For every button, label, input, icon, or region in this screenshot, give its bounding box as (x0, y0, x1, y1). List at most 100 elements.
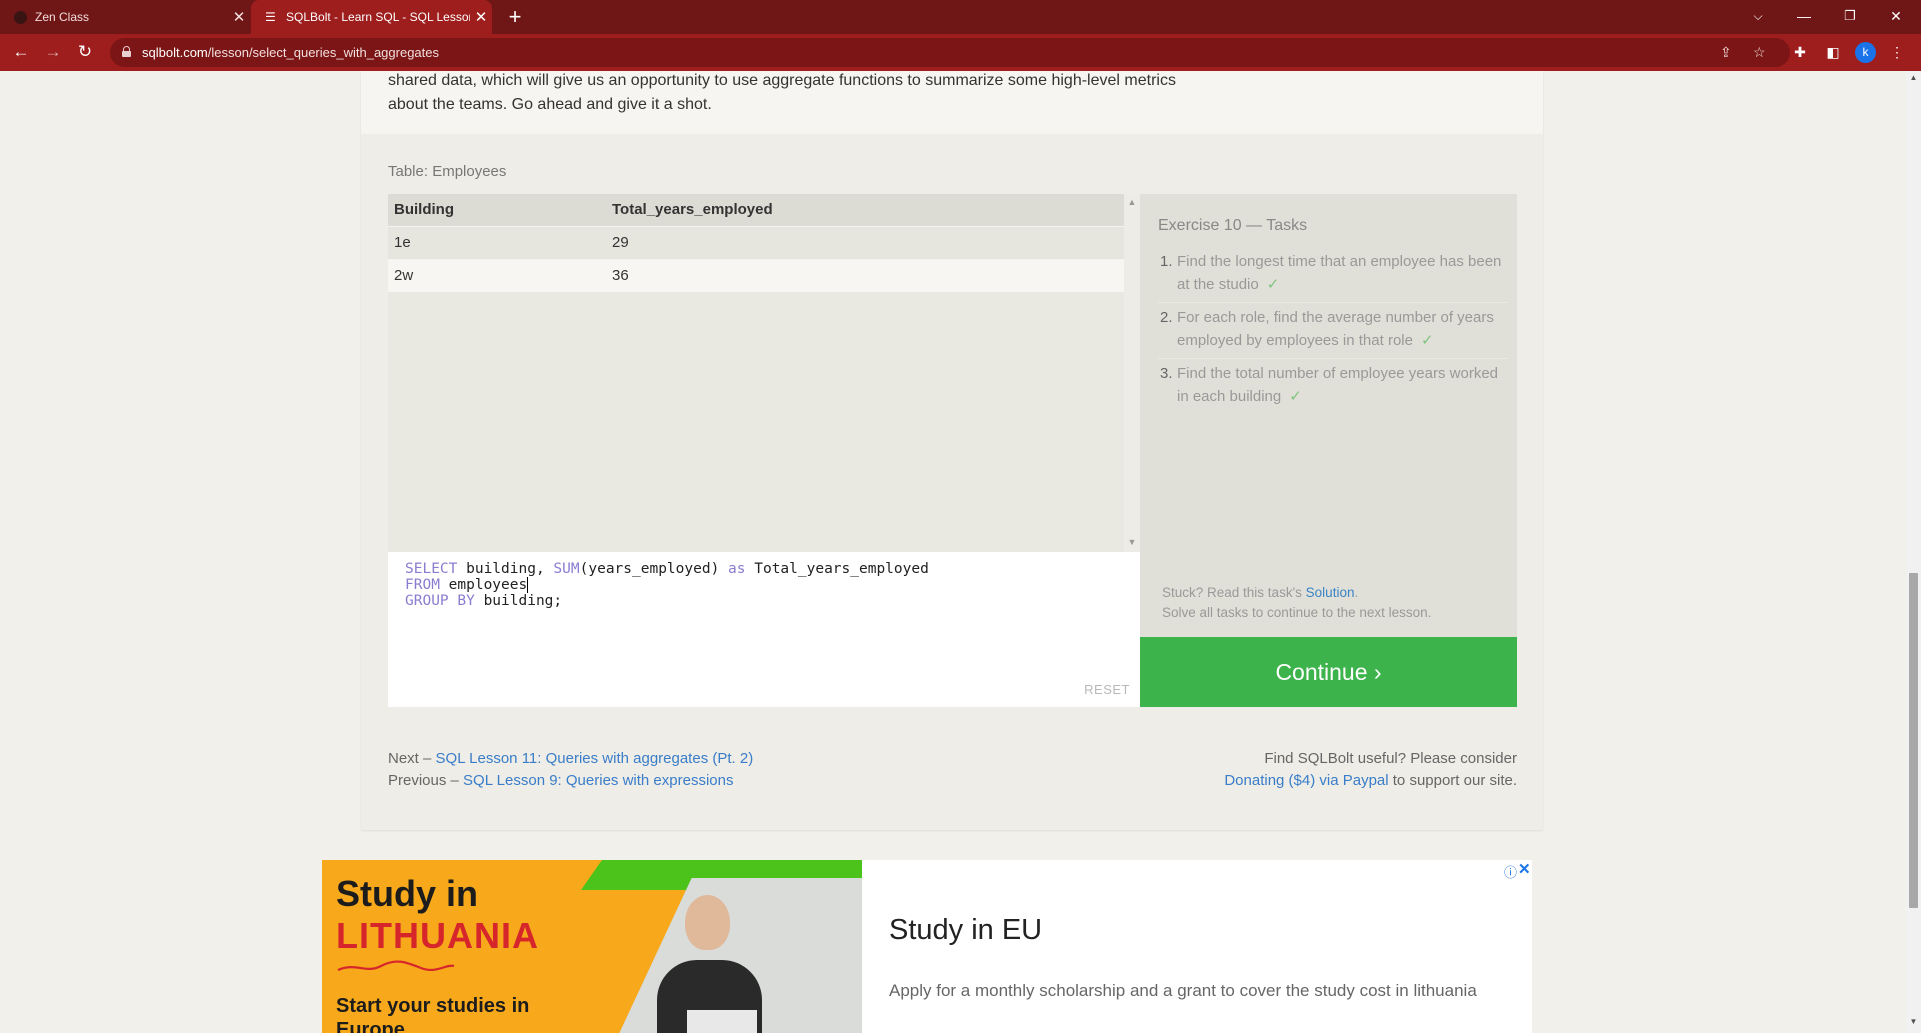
address-bar[interactable]: sqlbolt.com/lesson/select_queries_with_a… (110, 38, 1790, 67)
share-icon[interactable]: ⇪ (1720, 38, 1732, 67)
previous-prefix: Previous – (388, 772, 464, 789)
table-caption: Table: Employees (388, 163, 507, 180)
previous-lesson: Previous – SQL Lesson 9: Queries with ex… (388, 770, 753, 792)
results-table: Building Total_years_employed 1e 29 2w 3… (388, 194, 1124, 292)
donate-line: Donating ($4) via Paypal to support our … (1224, 770, 1517, 792)
ad-info-icon[interactable]: ⓘ (1504, 862, 1517, 881)
table-cell: 2w (388, 258, 606, 292)
ad-headline: Study in (336, 873, 478, 914)
back-icon[interactable]: ← (8, 39, 34, 65)
keyword: SELECT (405, 561, 458, 577)
bookmark-star-icon[interactable]: ☆ (1753, 38, 1766, 67)
advertisement-banner[interactable]: Study in LITHUANIA Start your studies in… (322, 860, 1532, 1033)
continue-button[interactable]: Continue › (1140, 637, 1517, 707)
support-text: Find SQLBolt useful? Please consider (1264, 750, 1517, 767)
tab-zen-class[interactable]: Zen Class ✕ (0, 0, 250, 34)
restore-icon[interactable]: ❐ (1827, 0, 1873, 34)
ad-image[interactable]: Study in LITHUANIA Start your studies in… (322, 860, 862, 1033)
table-cell: 36 (606, 258, 1124, 292)
ad-student-photo (647, 890, 767, 1033)
ad-title[interactable]: Study in EU (889, 914, 1042, 947)
tab-title: Zen Class (35, 10, 90, 24)
page-scroll-down-icon[interactable]: ▼ (1906, 1017, 1921, 1031)
keyword: SUM (553, 561, 580, 577)
task-number: 2. (1160, 309, 1173, 326)
solve-all-text: Solve all tasks to continue to the next … (1162, 605, 1432, 620)
table-cell: 1e (388, 225, 606, 259)
checkmark-icon: ✓ (1289, 388, 1302, 405)
table-cell: 29 (606, 225, 1124, 259)
url-host: sqlbolt.com (142, 45, 208, 60)
page-scrollbar[interactable]: ▲ ▼ (1906, 71, 1921, 1033)
code-text: Total_years_employed (745, 561, 929, 577)
text-caret (527, 577, 529, 593)
url-path: /lesson/select_queries_with_aggregates (207, 45, 440, 60)
close-tab-icon[interactable]: ✕ (228, 8, 250, 26)
database-favicon-icon: ☰ (265, 9, 276, 24)
scroll-down-arrow-icon[interactable]: ▼ (1124, 537, 1140, 549)
stuck-suffix: . (1354, 585, 1359, 600)
extensions-puzzle-icon[interactable]: ✚ (1787, 39, 1813, 65)
close-tab-icon[interactable]: ✕ (470, 8, 492, 26)
lesson-card: shared data, which will give us an oppor… (361, 71, 1543, 830)
tab-title: SQLBolt - Learn SQL - SQL Lesson (286, 10, 470, 24)
minimize-icon[interactable]: — (1781, 0, 1827, 34)
task-text: For each role, find the average number o… (1177, 309, 1494, 349)
tab-sqlbolt[interactable]: ☰ SQLBolt - Learn SQL - SQL Lesson ✕ (251, 0, 492, 34)
code-line-3: GROUP BY building; (405, 593, 562, 609)
ad-headline-country: LITHUANIA (336, 915, 539, 956)
lesson-navigation: Next – SQL Lesson 11: Queries with aggre… (388, 748, 753, 792)
keyword: as (728, 561, 746, 577)
code-text: (years_employed) (579, 561, 729, 577)
support-suffix: to support our site. (1388, 772, 1517, 789)
task-item: 1. Find the longest time that an employe… (1158, 247, 1508, 303)
keyword: FROM (405, 577, 440, 593)
page-viewport: shared data, which will give us an oppor… (0, 71, 1906, 1033)
side-panel-icon[interactable]: ◧ (1820, 39, 1846, 65)
solution-link[interactable]: Solution (1306, 585, 1355, 600)
tasks-panel: Exercise 10 — Tasks 1. Find the longest … (1140, 194, 1517, 637)
ad-close-icon[interactable]: ✕ (1518, 860, 1531, 878)
menu-kebab-icon[interactable]: ⋮ (1884, 39, 1910, 65)
stuck-hint: Stuck? Read this task's Solution. Solve … (1162, 583, 1431, 623)
tab-search-chevron-icon[interactable]: ⌵ (1735, 0, 1781, 34)
next-lesson: Next – SQL Lesson 11: Queries with aggre… (388, 748, 753, 770)
results-table-panel: Building Total_years_employed 1e 29 2w 3… (388, 194, 1124, 552)
task-number: 3. (1160, 365, 1173, 382)
support-note: Find SQLBolt useful? Please consider Don… (1224, 748, 1517, 792)
tab-strip: Zen Class ✕ ☰ SQLBolt - Learn SQL - SQL … (0, 0, 1921, 34)
ad-swash-decoration (337, 960, 455, 972)
checkmark-icon: ✓ (1266, 276, 1280, 293)
donate-link[interactable]: Donating ($4) via Paypal (1224, 772, 1388, 789)
task-text: Find the total number of employee years … (1177, 365, 1498, 405)
results-scrollbar[interactable] (1124, 194, 1140, 552)
scroll-up-arrow-icon[interactable]: ▲ (1124, 197, 1140, 209)
column-header: Building (388, 194, 606, 226)
new-tab-icon[interactable]: + (502, 4, 528, 30)
sql-editor[interactable]: SELECT building, SUM(years_employed) as … (388, 552, 1140, 707)
previous-lesson-link[interactable]: SQL Lesson 9: Queries with expressions (463, 772, 733, 789)
task-item: 2. For each role, find the average numbe… (1158, 303, 1508, 359)
browser-toolbar: ← → ↻ sqlbolt.com/lesson/select_queries_… (0, 34, 1921, 71)
page-scroll-up-icon[interactable]: ▲ (1906, 73, 1921, 87)
close-window-icon[interactable]: ✕ (1873, 0, 1919, 34)
page-scroll-thumb[interactable] (1909, 573, 1918, 908)
stuck-text: Stuck? Read this task's (1162, 585, 1302, 600)
reset-button[interactable]: RESET (1084, 682, 1130, 697)
forward-icon[interactable]: → (40, 39, 66, 65)
profile-avatar[interactable]: k (1855, 42, 1876, 63)
reload-icon[interactable]: ↻ (72, 39, 98, 65)
url-text: sqlbolt.com/lesson/select_queries_with_a… (142, 38, 439, 67)
code-text: building, (457, 561, 554, 577)
lesson-intro-text: shared data, which will give us an oppor… (388, 72, 1176, 113)
next-lesson-link[interactable]: SQL Lesson 11: Queries with aggregates (… (436, 750, 754, 767)
ad-description[interactable]: Apply for a monthly scholarship and a gr… (889, 980, 1489, 1002)
ad-subline-1: Start your studies in (336, 995, 530, 1017)
task-text: Find the longest time that an employee h… (1177, 253, 1502, 293)
ad-subline: Start your studies in Europe (336, 994, 529, 1033)
column-header: Total_years_employed (606, 194, 1124, 226)
lock-icon (122, 46, 131, 57)
zen-favicon-icon (14, 10, 27, 24)
code-line-2: FROM employees (405, 577, 529, 593)
lesson-intro: shared data, which will give us an oppor… (361, 71, 1543, 134)
